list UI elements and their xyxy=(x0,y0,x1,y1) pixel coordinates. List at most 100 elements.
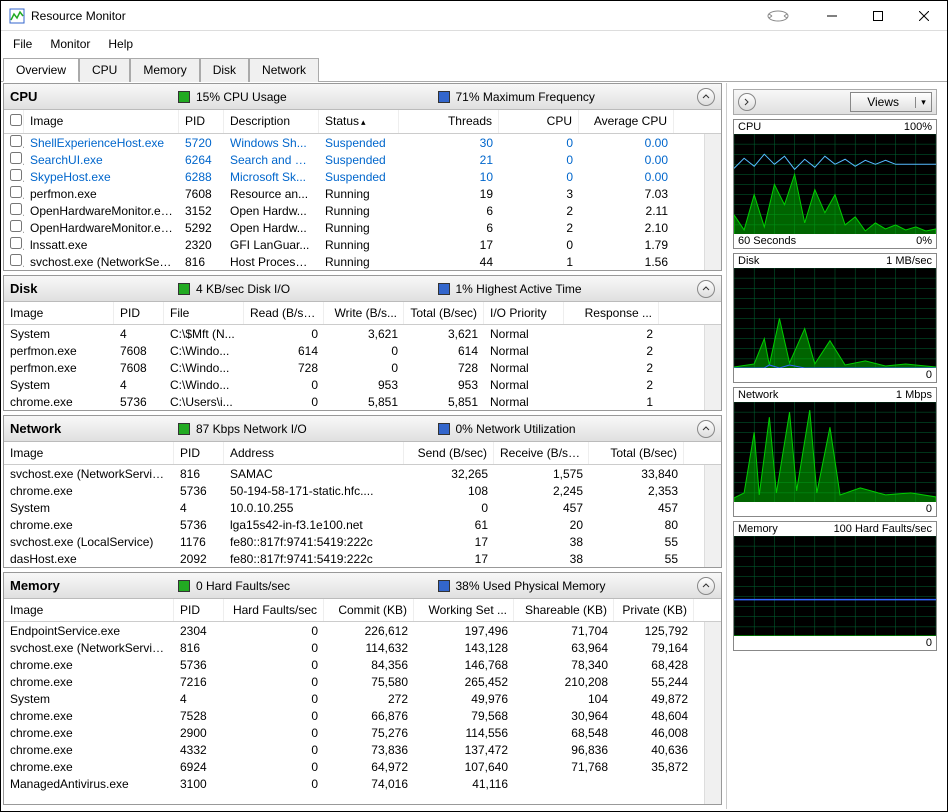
disk-collapse-button[interactable] xyxy=(697,280,715,298)
menu-file[interactable]: File xyxy=(5,33,40,55)
maximize-button[interactable] xyxy=(855,1,901,31)
disk-col-image[interactable]: Image xyxy=(4,302,114,324)
net-col-total[interactable]: Total (B/sec) xyxy=(589,442,684,464)
table-row[interactable]: svchost.exe (NetworkService) 816 0 114,6… xyxy=(4,639,704,656)
tab-memory[interactable]: Memory xyxy=(130,58,199,82)
cpu-col-status[interactable]: Status▴ xyxy=(319,110,399,133)
tab-overview[interactable]: Overview xyxy=(3,58,79,82)
disk-section-header[interactable]: Disk 4 KB/sec Disk I/O 1% Highest Active… xyxy=(4,276,721,302)
disk-col-file[interactable]: File xyxy=(164,302,244,324)
table-row[interactable]: OpenHardwareMonitor.exe 3152 Open Hardw.… xyxy=(4,202,704,219)
table-row[interactable]: perfmon.exe 7608 C:\Windo... 614 0 614 N… xyxy=(4,342,704,359)
mem-col-pid[interactable]: PID xyxy=(174,599,224,621)
table-row[interactable]: chrome.exe 5736 C:\Users\i... 0 5,851 5,… xyxy=(4,393,704,410)
row-checkbox[interactable] xyxy=(10,254,22,266)
table-row[interactable]: System 4 C:\$Mft (N... 0 3,621 3,621 Nor… xyxy=(4,325,704,342)
disk-col-response[interactable]: Response ... xyxy=(564,302,659,324)
mem-col-image[interactable]: Image xyxy=(4,599,174,621)
row-checkbox[interactable] xyxy=(10,237,22,249)
tab-disk[interactable]: Disk xyxy=(200,58,249,82)
cpu-col-pid[interactable]: PID xyxy=(179,110,224,133)
cpu-col-threads[interactable]: Threads xyxy=(399,110,499,133)
side-collapse-button[interactable] xyxy=(738,93,756,111)
tab-cpu[interactable]: CPU xyxy=(79,58,130,82)
row-checkbox[interactable] xyxy=(10,186,22,198)
mem-col-commit[interactable]: Commit (KB) xyxy=(324,599,414,621)
net-col-receive[interactable]: Receive (B/sec) xyxy=(494,442,589,464)
row-checkbox[interactable] xyxy=(10,135,22,147)
table-row[interactable]: svchost.exe (NetworkService) 816 SAMAC 3… xyxy=(4,465,704,482)
menu-monitor[interactable]: Monitor xyxy=(42,33,98,55)
table-row[interactable]: chrome.exe 7216 0 75,580 265,452 210,208… xyxy=(4,673,704,690)
cpu-column-headers[interactable]: Image PID Description Status▴ Threads CP… xyxy=(4,110,721,134)
table-row[interactable]: SearchUI.exe 6264 Search and C... Suspen… xyxy=(4,151,704,168)
menu-help[interactable]: Help xyxy=(100,33,141,55)
views-button[interactable]: Views ▾ xyxy=(850,92,932,112)
cpu-col-cpu[interactable]: CPU xyxy=(499,110,579,133)
table-row[interactable]: svchost.exe (NetworkService) 816 Host Pr… xyxy=(4,253,704,270)
net-col-send[interactable]: Send (B/sec) xyxy=(404,442,494,464)
network-column-headers[interactable]: Image PID Address Send (B/sec) Receive (… xyxy=(4,442,721,465)
mem-col-share[interactable]: Shareable (KB) xyxy=(514,599,614,621)
chart-canvas xyxy=(734,268,936,368)
net-col-pid[interactable]: PID xyxy=(174,442,224,464)
views-dropdown-icon[interactable]: ▾ xyxy=(915,97,931,108)
mem-col-ws[interactable]: Working Set ... xyxy=(414,599,514,621)
disk-col-total[interactable]: Total (B/sec) xyxy=(404,302,484,324)
table-row[interactable]: dasHost.exe 2092 fe80::817f:9741:5419:22… xyxy=(4,550,704,567)
row-checkbox[interactable] xyxy=(10,220,22,232)
disk-col-write[interactable]: Write (B/s... xyxy=(324,302,404,324)
table-row[interactable]: chrome.exe 2900 0 75,276 114,556 68,548 … xyxy=(4,724,704,741)
table-row[interactable]: chrome.exe 5736 lga15s42-in-f3.1e100.net… xyxy=(4,516,704,533)
minimize-button[interactable] xyxy=(809,1,855,31)
close-button[interactable] xyxy=(901,1,947,31)
disk-io-text: 4 KB/sec Disk I/O xyxy=(196,282,290,296)
table-row[interactable]: chrome.exe 4332 0 73,836 137,472 96,836 … xyxy=(4,741,704,758)
table-row[interactable]: chrome.exe 6924 0 64,972 107,640 71,768 … xyxy=(4,758,704,775)
memory-column-headers[interactable]: Image PID Hard Faults/sec Commit (KB) Wo… xyxy=(4,599,721,622)
net-col-image[interactable]: Image xyxy=(4,442,174,464)
row-checkbox[interactable] xyxy=(10,152,22,164)
memory-collapse-button[interactable] xyxy=(697,577,715,595)
network-section-header[interactable]: Network 87 Kbps Network I/O 0% Network U… xyxy=(4,416,721,442)
table-row[interactable]: perfmon.exe 7608 Resource an... Running … xyxy=(4,185,704,202)
table-row[interactable]: svchost.exe (LocalService) 1176 fe80::81… xyxy=(4,533,704,550)
disk-column-headers[interactable]: Image PID File Read (B/sec) Write (B/s..… xyxy=(4,302,721,325)
table-row[interactable]: chrome.exe 7528 0 66,876 79,568 30,964 4… xyxy=(4,707,704,724)
row-checkbox[interactable] xyxy=(10,169,22,181)
mem-col-priv[interactable]: Private (KB) xyxy=(614,599,694,621)
table-row[interactable]: ShellExperienceHost.exe 5720 Windows Sh.… xyxy=(4,134,704,151)
memory-section-header[interactable]: Memory 0 Hard Faults/sec 38% Used Physic… xyxy=(4,573,721,599)
disk-scrollbar[interactable] xyxy=(704,325,721,410)
cpu-collapse-button[interactable] xyxy=(697,88,715,106)
table-row[interactable]: chrome.exe 5736 0 84,356 146,768 78,340 … xyxy=(4,656,704,673)
table-row[interactable]: ManagedAntivirus.exe 3100 0 74,016 41,11… xyxy=(4,775,704,792)
side-pane: Views ▾ CPU100% 60 Seconds0%Disk1 MB/sec… xyxy=(727,83,945,809)
table-row[interactable]: SkypeHost.exe 6288 Microsoft Sk... Suspe… xyxy=(4,168,704,185)
disk-col-read[interactable]: Read (B/sec) xyxy=(244,302,324,324)
mem-col-hf[interactable]: Hard Faults/sec xyxy=(224,599,324,621)
cpu-scrollbar[interactable] xyxy=(704,134,721,270)
table-row[interactable]: OpenHardwareMonitor.exe 5292 Open Hardw.… xyxy=(4,219,704,236)
disk-active-text: 1% Highest Active Time xyxy=(456,282,582,296)
table-row[interactable]: lnssatt.exe 2320 GFI LanGuar... Running … xyxy=(4,236,704,253)
table-row[interactable]: System 4 C:\Windo... 0 953 953 Normal 2 xyxy=(4,376,704,393)
net-col-address[interactable]: Address xyxy=(224,442,404,464)
cpu-section-header[interactable]: CPU 15% CPU Usage 71% Maximum Frequency xyxy=(4,84,721,110)
network-scrollbar[interactable] xyxy=(704,465,721,567)
table-row[interactable]: chrome.exe 5736 50-194-58-171-static.hfc… xyxy=(4,482,704,499)
table-row[interactable]: System 4 0 272 49,976 104 49,872 xyxy=(4,690,704,707)
disk-col-pid[interactable]: PID xyxy=(114,302,164,324)
table-row[interactable]: System 4 10.0.10.255 0 457 457 xyxy=(4,499,704,516)
table-row[interactable]: perfmon.exe 7608 C:\Windo... 728 0 728 N… xyxy=(4,359,704,376)
cpu-col-image[interactable]: Image xyxy=(24,110,179,133)
row-checkbox[interactable] xyxy=(10,203,22,215)
network-collapse-button[interactable] xyxy=(697,420,715,438)
table-row[interactable]: EndpointService.exe 2304 0 226,612 197,4… xyxy=(4,622,704,639)
cpu-col-avg[interactable]: Average CPU xyxy=(579,110,674,133)
disk-col-priority[interactable]: I/O Priority xyxy=(484,302,564,324)
cpu-col-desc[interactable]: Description xyxy=(224,110,319,133)
memory-scrollbar[interactable] xyxy=(704,622,721,804)
cpu-select-all-checkbox[interactable] xyxy=(10,114,22,126)
tab-network[interactable]: Network xyxy=(249,58,319,82)
